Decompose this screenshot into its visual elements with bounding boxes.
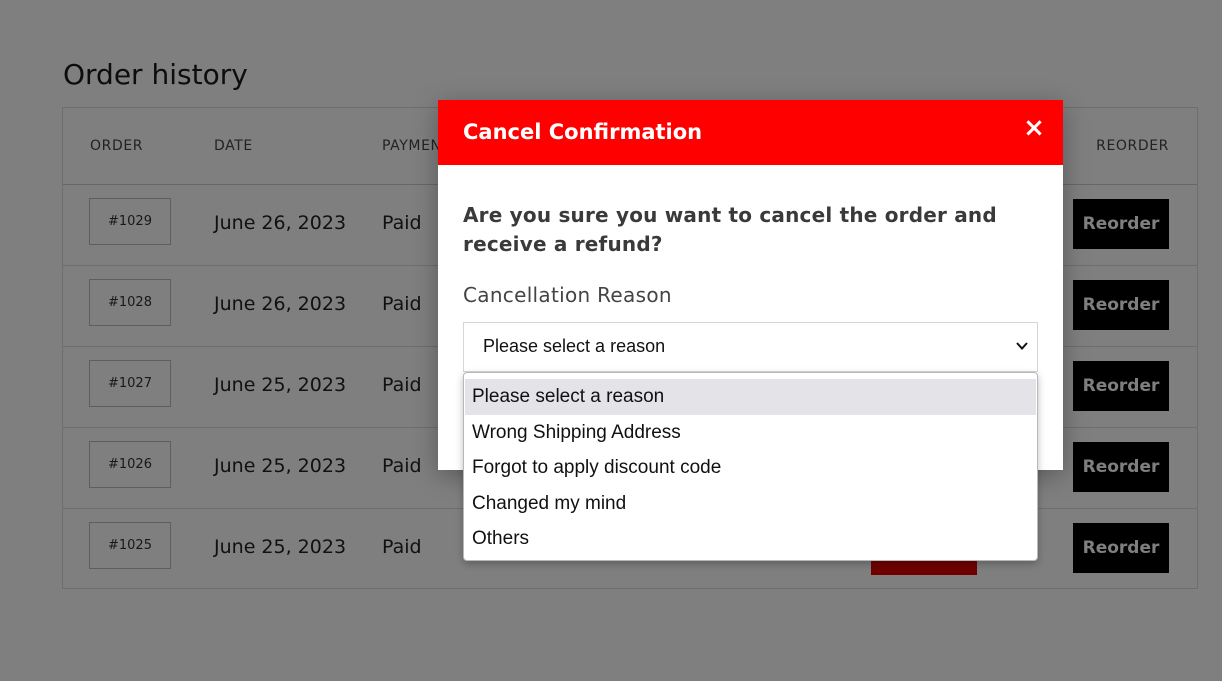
close-icon[interactable]: ×	[1023, 114, 1045, 142]
cancellation-reason-select[interactable]: Please select a reason	[463, 322, 1038, 372]
select-current-value: Please select a reason	[483, 336, 666, 356]
dropdown-option[interactable]: Forgot to apply discount code	[465, 450, 1036, 486]
confirmation-question: Are you sure you want to cancel the orde…	[463, 203, 997, 256]
chevron-down-icon	[1016, 342, 1028, 350]
dropdown-option[interactable]: Please select a reason	[465, 379, 1036, 415]
modal-header: Cancel Confirmation ×	[438, 100, 1063, 165]
cancellation-reason-label: Cancellation Reason	[463, 283, 672, 307]
reason-dropdown-list: Please select a reason Wrong Shipping Ad…	[463, 372, 1038, 561]
dropdown-option[interactable]: Changed my mind	[465, 486, 1036, 522]
modal-title: Cancel Confirmation	[463, 120, 703, 144]
dropdown-option[interactable]: Wrong Shipping Address	[465, 415, 1036, 451]
dropdown-option[interactable]: Others	[465, 521, 1036, 557]
